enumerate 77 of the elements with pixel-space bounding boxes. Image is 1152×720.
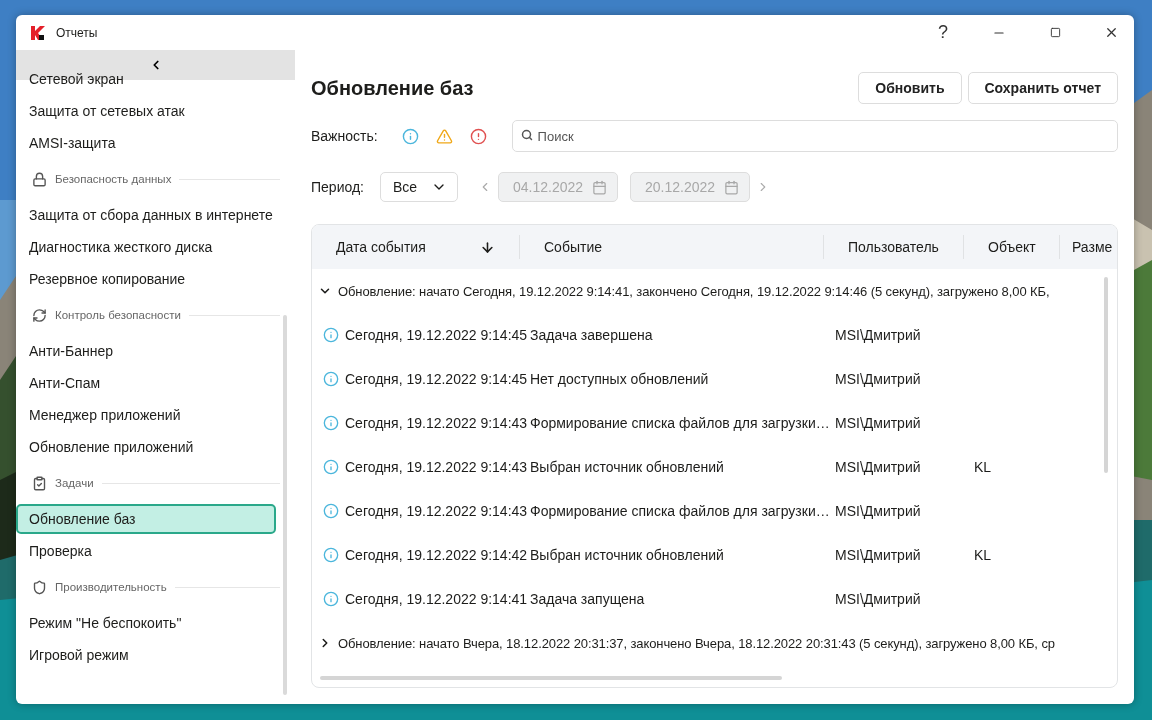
sidebar-item[interactable]: Менеджер приложений [16, 400, 276, 430]
column-header[interactable]: Пользователь [848, 239, 939, 255]
search-field[interactable]: Поиск [511, 120, 1118, 152]
group-row-text: Обновление: начато Сегодня, 19.12.2022 9:14:41, закончено Сегодня, 19.12.2022 9:14:46 (5 секунд), загружено 8,00 КБ, [338, 283, 1050, 299]
sidebar-item[interactable]: Анти-Баннер [16, 336, 276, 366]
sidebar-item[interactable]: Сетевой экран [16, 64, 276, 94]
table-cell: Сегодня, 19.12.2022 9:14:43 [345, 459, 528, 475]
table-cell: Задача завершена [530, 327, 653, 343]
info-icon [323, 459, 339, 475]
scrollbar-thumb[interactable] [283, 315, 287, 695]
info-icon[interactable] [402, 127, 420, 145]
sidebar-item[interactable]: Режим "Не беспокоить" [16, 608, 276, 638]
table-cell: MSI\Дмитрий [835, 415, 921, 431]
sidebar-item[interactable]: Проверка [16, 536, 276, 566]
error-icon[interactable] [470, 127, 488, 145]
maximize-icon[interactable] [1049, 27, 1061, 38]
table-cell: Сегодня, 19.12.2022 9:14:43 [345, 503, 528, 519]
warning-icon[interactable] [436, 127, 454, 145]
info-icon [323, 503, 339, 519]
info-icon [323, 327, 339, 343]
sidebar-item[interactable]: Защита от сбора данных в интернете [16, 200, 276, 230]
table-cell: MSI\Дмитрий [835, 591, 921, 607]
sidebar-item[interactable]: Резервное копирование [16, 264, 276, 294]
table-cell: Формирование списка файлов для загрузки… [530, 503, 830, 519]
scrollbar-thumb[interactable] [320, 676, 782, 680]
table-cell: Сегодня, 19.12.2022 9:14:42 [345, 547, 528, 563]
info-icon [323, 591, 339, 607]
clipboard-check-icon [32, 475, 47, 491]
period-label: Период: [311, 179, 364, 195]
table-cell: Сегодня, 19.12.2022 9:14:45 [345, 371, 528, 387]
table-cell: Формирование списка файлов для загрузки… [530, 415, 830, 431]
section-label: Производительность [55, 581, 167, 593]
section-label: Безопасность данных [55, 173, 172, 185]
sort-arrow-icon[interactable] [480, 239, 495, 255]
table-cell: MSI\Дмитрий [835, 459, 921, 475]
sidebar-item[interactable]: Анти-Спам [16, 368, 276, 398]
help-button[interactable]: ? [920, 15, 966, 50]
importance-label: Важность: [311, 128, 378, 144]
table-cell: Нет доступных обновлений [530, 371, 709, 387]
refresh-icon [32, 307, 47, 323]
section-label: Задачи [55, 477, 94, 489]
table-cell: Сегодня, 19.12.2022 9:14:41 [345, 591, 528, 607]
column-header[interactable]: Объект [988, 239, 1036, 255]
logo-icon [30, 24, 46, 41]
section-label: Контроль безопасности [55, 309, 181, 321]
group-row-text: Обновление: начато Вчера, 18.12.2022 20:31:37, закончено Вчера, 18.12.2022 20:31:43 (5 секунд), загружено 8,00 КБ, ср [338, 635, 1055, 651]
sidebar-item[interactable]: Обновление приложений [16, 432, 276, 462]
table-cell: Выбран источник обновлений [530, 459, 724, 475]
table-cell: Задача запущена [530, 591, 645, 607]
info-icon [323, 547, 339, 563]
save-report-button[interactable]: Сохранить отчет [967, 72, 1118, 104]
sidebar-item[interactable]: Обновление баз [16, 504, 276, 534]
sidebar-item[interactable]: Диагностика жесткого диска [16, 232, 276, 262]
table-cell: MSI\Дмитрий [835, 371, 921, 387]
info-icon [323, 415, 339, 431]
window-title: Отчеты [56, 25, 99, 40]
column-header[interactable]: Дата события [336, 239, 426, 255]
table-cell: MSI\Дмитрий [835, 327, 921, 343]
info-icon [323, 371, 339, 387]
table-cell: Сегодня, 19.12.2022 9:14:45 [345, 327, 528, 343]
page-title: Обновление баз [311, 76, 475, 100]
table-cell: Сегодня, 19.12.2022 9:14:43 [345, 415, 528, 431]
refresh-button[interactable]: Обновить [858, 72, 962, 104]
column-header[interactable]: Разме [1072, 239, 1113, 255]
table-cell: KL [974, 547, 992, 563]
column-header[interactable]: Событие [544, 239, 602, 255]
table-cell: KL [974, 459, 992, 475]
sidebar-item[interactable]: AMSI-защита [16, 128, 276, 158]
sidebar-item[interactable]: Игровой режим [16, 640, 276, 670]
table-cell: MSI\Дмитрий [835, 547, 921, 563]
shield-icon [32, 579, 47, 595]
sidebar-item[interactable]: Защита от сетевых атак [16, 96, 276, 126]
scrollbar-thumb[interactable] [1104, 277, 1108, 473]
table-cell: Выбран источник обновлений [530, 547, 724, 563]
table-cell: MSI\Дмитрий [835, 503, 921, 519]
period-dropdown[interactable]: Все [380, 172, 458, 202]
lock-icon [32, 171, 47, 187]
